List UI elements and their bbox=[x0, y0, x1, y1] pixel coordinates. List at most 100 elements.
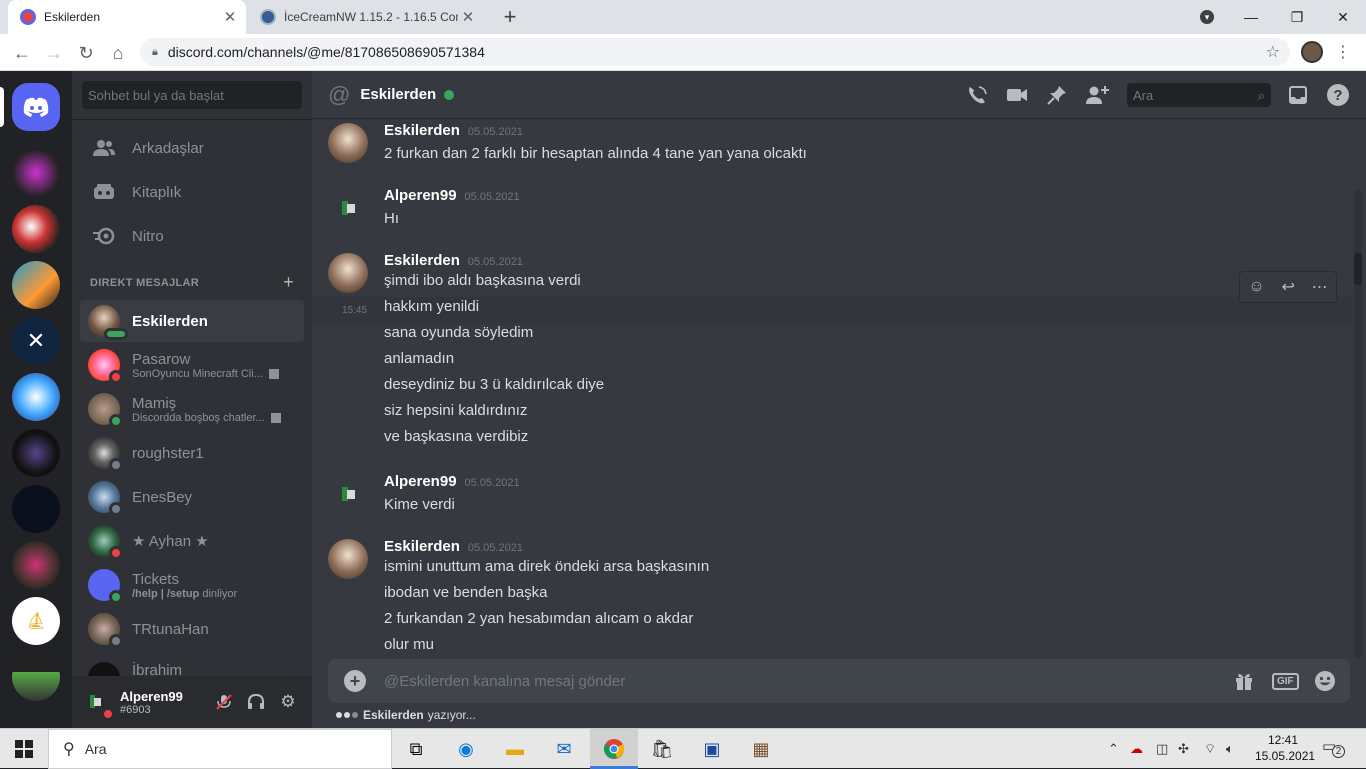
nav-label: Nitro bbox=[132, 227, 164, 245]
gif-picker-button[interactable]: GIF bbox=[1272, 669, 1299, 693]
message-author[interactable]: Alperen99 bbox=[384, 473, 457, 490]
message-composer[interactable]: + @Eskilerden kanalına mesaj gönder GIF bbox=[328, 659, 1350, 703]
avatar bbox=[88, 305, 128, 340]
kebab-menu-icon[interactable]: ⋮ bbox=[1335, 42, 1351, 62]
avatar[interactable] bbox=[328, 474, 368, 514]
close-tab-icon[interactable]: ✕ bbox=[220, 8, 240, 26]
avatar[interactable] bbox=[328, 539, 368, 579]
profile-avatar[interactable] bbox=[1301, 41, 1323, 63]
dm-item-eskilerden[interactable]: Eskilerden bbox=[80, 300, 304, 342]
server-icon[interactable] bbox=[12, 541, 60, 589]
task-view-icon[interactable]: ⧉ bbox=[402, 735, 430, 763]
dm-activity: SonOyuncu Minecraft Cli... bbox=[132, 368, 282, 380]
reload-icon[interactable]: ↻ bbox=[72, 39, 100, 67]
close-window-button[interactable]: ✕ bbox=[1320, 0, 1366, 34]
chrome-icon[interactable] bbox=[600, 735, 628, 763]
notification-center-icon[interactable]: ▭ 2 bbox=[1322, 737, 1345, 758]
avatar[interactable] bbox=[328, 188, 368, 228]
edge-browser-icon[interactable]: ◉ bbox=[452, 735, 480, 763]
more-options-icon[interactable]: ⋯ bbox=[1312, 277, 1328, 297]
nav-nitro[interactable]: Nitro bbox=[80, 215, 304, 257]
dm-item-ayhan[interactable]: ★ Ayhan ★ bbox=[80, 520, 304, 562]
windows-start-icon[interactable] bbox=[10, 735, 38, 763]
dm-item-enesbey[interactable]: EnesBey bbox=[80, 476, 304, 518]
back-arrow-icon[interactable]: ← bbox=[8, 39, 36, 67]
address-bar[interactable]: 🔒︎ discord.com/channels/@me/817086508690… bbox=[140, 38, 1290, 66]
gift-icon[interactable] bbox=[1234, 669, 1254, 693]
message-author[interactable]: Eskilerden bbox=[384, 122, 460, 139]
offline-status-icon bbox=[109, 458, 123, 472]
avatar[interactable] bbox=[328, 253, 368, 293]
chat-search-input[interactable]: Ara ⌕ bbox=[1127, 83, 1271, 107]
server-icon[interactable] bbox=[12, 653, 60, 701]
offline-status-icon bbox=[109, 634, 123, 648]
video-call-icon[interactable] bbox=[1005, 83, 1029, 107]
tab-icecream[interactable]: İceCreamNW 1.15.2 - 1.16.5 Con ✕ bbox=[250, 0, 484, 34]
close-tab-icon[interactable]: ✕ bbox=[458, 8, 478, 26]
minimize-button[interactable]: — bbox=[1228, 0, 1274, 34]
profile-menu-icon[interactable]: ▾ bbox=[1184, 0, 1230, 34]
pinned-messages-icon[interactable] bbox=[1045, 83, 1069, 107]
volume-icon[interactable]: 🔈︎ bbox=[1226, 741, 1234, 757]
system-clock[interactable]: 12:41 15.05.2021 bbox=[1255, 732, 1315, 764]
tray-app-icon[interactable]: ☁ bbox=[1130, 741, 1143, 757]
message-text: hakkım yenildi bbox=[384, 298, 480, 315]
server-icon[interactable] bbox=[12, 429, 60, 477]
help-icon[interactable]: ? bbox=[1326, 83, 1350, 107]
message-author[interactable]: Alperen99 bbox=[384, 187, 457, 204]
message-author[interactable]: Eskilerden bbox=[384, 538, 460, 555]
discord-home-button[interactable] bbox=[12, 83, 60, 131]
reply-arrow-icon[interactable]: ↩ bbox=[1281, 277, 1294, 297]
mail-icon[interactable]: ✉ bbox=[550, 735, 578, 763]
nav-friends[interactable]: Arkadaşlar bbox=[80, 127, 304, 169]
dm-item-trtunahan[interactable]: TRtunaHan bbox=[80, 608, 304, 650]
headphones-icon[interactable] bbox=[244, 690, 268, 714]
tray-expand-icon[interactable]: ⌃ bbox=[1108, 741, 1119, 757]
dm-item-mamis[interactable]: Mamiş Discordda boşboş chatler... bbox=[80, 388, 304, 430]
message-date: 05.05.2021 bbox=[464, 191, 520, 203]
server-icon[interactable] bbox=[12, 205, 60, 253]
taskbar-search-input[interactable]: ⚲ Ara bbox=[48, 729, 392, 769]
emoji-picker-icon[interactable] bbox=[1314, 669, 1336, 693]
dm-search-input[interactable]: Sohbet bul ya da başlat bbox=[82, 81, 302, 109]
server-icon[interactable]: ✕ bbox=[12, 317, 60, 365]
inbox-icon[interactable] bbox=[1286, 83, 1310, 107]
voice-call-icon[interactable] bbox=[965, 83, 989, 107]
scrollbar-thumb[interactable] bbox=[1354, 253, 1362, 285]
avatar[interactable] bbox=[328, 123, 368, 163]
settings-gear-icon[interactable]: ⚙ bbox=[276, 690, 300, 714]
file-explorer-icon[interactable]: ▬ bbox=[501, 735, 529, 763]
store-icon[interactable]: 🛍︎ bbox=[648, 735, 676, 763]
dm-item-roughster1[interactable]: roughster1 bbox=[80, 432, 304, 474]
add-reaction-icon[interactable]: ☺ bbox=[1248, 278, 1264, 296]
dm-item-ibrahim[interactable]: İbrahim bbox=[80, 652, 304, 676]
tab-eskilerden[interactable]: Eskilerden ✕ bbox=[8, 0, 246, 34]
add-friend-to-dm-icon[interactable] bbox=[1085, 83, 1109, 107]
wifi-icon[interactable]: ⌔ bbox=[1204, 741, 1216, 757]
upload-plus-icon[interactable]: + bbox=[344, 670, 366, 692]
server-icon[interactable] bbox=[12, 373, 60, 421]
mute-microphone-icon[interactable] bbox=[212, 690, 236, 714]
gif-label: GIF bbox=[1272, 672, 1299, 690]
forward-arrow-icon[interactable]: → bbox=[40, 39, 68, 67]
avatar[interactable] bbox=[80, 686, 115, 721]
minecraft-icon[interactable]: ▦ bbox=[747, 735, 775, 763]
new-tab-button[interactable]: + bbox=[498, 4, 522, 30]
maximize-button[interactable]: ❐ bbox=[1274, 0, 1320, 34]
message-author[interactable]: Eskilerden bbox=[384, 252, 460, 269]
dm-item-tickets[interactable]: Tickets /help | /setup dinliyor bbox=[80, 564, 304, 606]
server-icon[interactable] bbox=[12, 485, 60, 533]
bookmark-star-icon[interactable]: ☆ bbox=[1266, 42, 1280, 62]
tray-app-icon[interactable]: ◫ bbox=[1156, 741, 1168, 757]
tray-app-icon[interactable]: ✣ bbox=[1178, 741, 1189, 757]
dm-item-pasarow[interactable]: Pasarow SonOyuncu Minecraft Cli... bbox=[80, 344, 304, 386]
server-icon[interactable]: ⛵︎ bbox=[12, 597, 60, 645]
server-icon[interactable] bbox=[12, 261, 60, 309]
create-dm-plus-icon[interactable]: + bbox=[283, 272, 294, 293]
server-icon[interactable] bbox=[12, 149, 60, 197]
home-icon[interactable]: ⌂ bbox=[104, 39, 132, 67]
message-date: 05.05.2021 bbox=[467, 256, 523, 268]
remote-app-icon[interactable]: ▣ bbox=[698, 735, 726, 763]
dm-name: EnesBey bbox=[132, 488, 193, 506]
nav-library[interactable]: Kitaplık bbox=[80, 171, 304, 213]
